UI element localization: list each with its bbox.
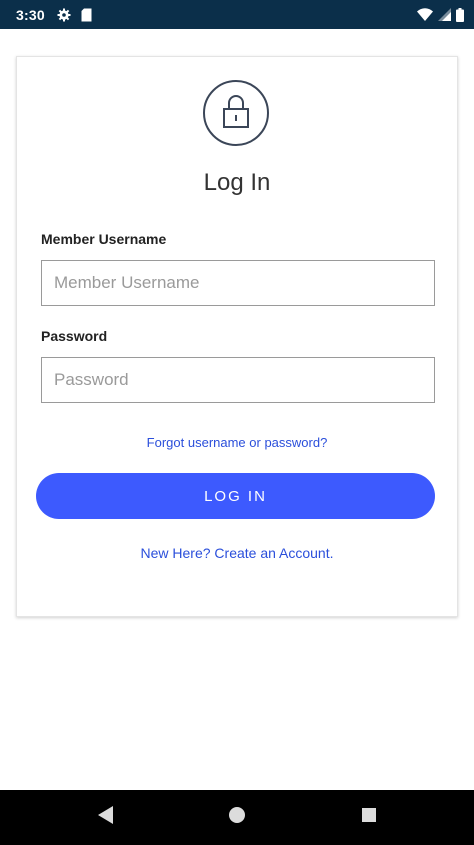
signal-icon bbox=[438, 8, 451, 21]
back-button[interactable] bbox=[75, 790, 135, 845]
battery-icon bbox=[456, 7, 464, 22]
password-label: Password bbox=[41, 328, 108, 344]
navigation-bar bbox=[0, 790, 474, 845]
home-button[interactable] bbox=[207, 790, 267, 845]
lock-icon bbox=[222, 93, 250, 134]
wifi-icon bbox=[417, 8, 433, 21]
login-card: Log In Member Username Password Forgot u… bbox=[16, 56, 458, 617]
username-input[interactable] bbox=[41, 260, 435, 306]
page-title: Log In bbox=[203, 169, 271, 196]
settings-icon bbox=[57, 8, 71, 22]
status-right-icons bbox=[417, 7, 464, 22]
login-button[interactable]: LOG IN bbox=[36, 473, 435, 519]
forgot-credentials-link[interactable]: Forgot username or password? bbox=[17, 435, 457, 450]
status-left-icons bbox=[57, 8, 92, 22]
create-account-link[interactable]: New Here? Create an Account. bbox=[17, 545, 457, 561]
status-bar: 3:30 bbox=[0, 0, 474, 29]
home-icon bbox=[228, 806, 246, 829]
username-label: Member Username bbox=[41, 231, 167, 247]
back-icon bbox=[96, 805, 114, 830]
sim-card-icon bbox=[81, 8, 92, 22]
recents-icon bbox=[361, 807, 377, 828]
lock-icon-badge bbox=[203, 80, 269, 146]
password-input[interactable] bbox=[41, 357, 435, 403]
recents-button[interactable] bbox=[339, 790, 399, 845]
status-time: 3:30 bbox=[16, 6, 45, 23]
